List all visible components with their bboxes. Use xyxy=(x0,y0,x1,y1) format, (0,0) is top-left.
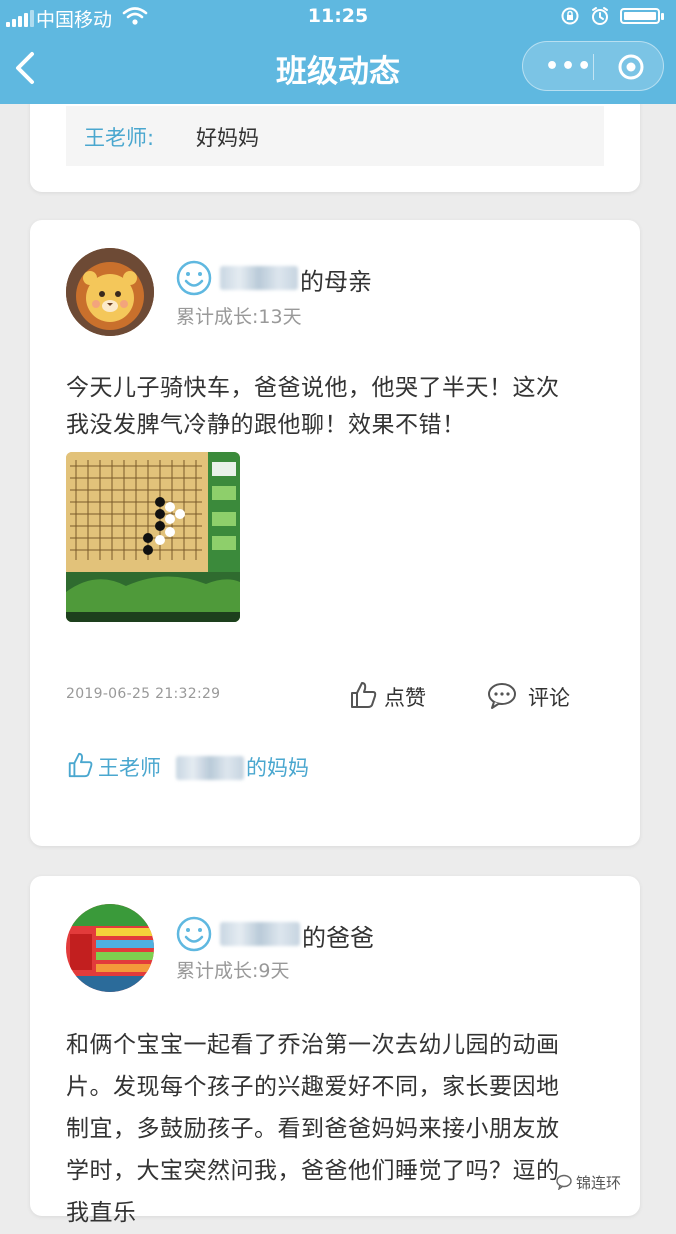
content-line: 今天儿子骑快车，爸爸说他，他哭了半天！这次 xyxy=(66,375,560,401)
smile-face-icon xyxy=(176,916,212,952)
more-icon[interactable]: ••• xyxy=(545,54,593,79)
post-card: 的爸爸 累计成长:9天 和俩个宝宝一起看了乔治第一次去幼儿园的动画 片。发现每个… xyxy=(30,876,640,1226)
growth-days: 累计成长:13天 xyxy=(176,306,302,328)
post-content: 今天儿子骑快车，爸爸说他，他哭了半天！这次 我没发脾气冷静的跟他聊！效果不错！ xyxy=(66,370,606,444)
content-line: 我直乐 xyxy=(66,1200,137,1226)
alarm-icon xyxy=(592,7,608,25)
blurred-child-name xyxy=(220,266,298,290)
content-line: 学时，大宝突然问我，爸爸他们睡觉了吗？逗的 xyxy=(66,1158,560,1184)
miniprogram-capsule: ••• xyxy=(522,41,664,91)
thumbs-up-icon xyxy=(68,752,93,778)
author-name[interactable]: 的爸爸 xyxy=(302,918,374,953)
lion-avatar-icon xyxy=(66,248,154,336)
content-line: 制宜，多鼓励孩子。看到爸爸妈妈来接小朋友放 xyxy=(66,1116,560,1142)
comment-item: 王老师: 好妈妈 xyxy=(66,106,604,166)
blurred-child-name xyxy=(176,756,244,780)
smile-face-icon xyxy=(176,260,212,296)
liked-by-name[interactable]: 王老师 xyxy=(98,752,161,782)
previous-post-card: 王老师: 好妈妈 xyxy=(30,96,640,192)
post-content: 和俩个宝宝一起看了乔治第一次去幼儿园的动画 片。发现每个孩子的兴趣爱好不同，家长… xyxy=(66,1024,606,1234)
content-line: 我没发脾气冷静的跟他聊！效果不错！ xyxy=(66,412,466,438)
status-bar: 中国移动 11:25 xyxy=(0,0,676,34)
watermark-text: 锦连环 xyxy=(576,1174,622,1192)
like-button[interactable]: 点赞 xyxy=(348,680,426,714)
content-line: 片。发现每个孩子的兴趣爱好不同，家长要因地 xyxy=(66,1074,560,1100)
avatar[interactable] xyxy=(66,248,154,336)
capsule-divider xyxy=(593,54,594,80)
content-line: 和俩个宝宝一起看了乔治第一次去幼儿园的动画 xyxy=(66,1032,560,1058)
comment-author[interactable]: 王老师: xyxy=(84,122,154,152)
battery-icon xyxy=(620,8,664,24)
growth-days: 累计成长:9天 xyxy=(176,960,290,982)
post-photo[interactable] xyxy=(66,452,240,622)
post-timestamp: 2019-06-25 21:32:29 xyxy=(66,686,221,702)
liked-by-name[interactable]: 的妈妈 xyxy=(246,752,309,782)
author-name[interactable]: 的母亲 xyxy=(300,262,372,297)
post-card: 的母亲 累计成长:13天 今天儿子骑快车，爸爸说他，他哭了半天！这次 我没发脾气… xyxy=(30,220,640,846)
blurred-child-name xyxy=(220,922,300,946)
speech-bubble-icon xyxy=(488,683,516,709)
close-target-icon[interactable] xyxy=(617,53,645,81)
thumbs-up-icon xyxy=(351,682,377,708)
comment-text: 好妈妈 xyxy=(196,126,259,150)
lock-rotation-icon xyxy=(561,7,579,25)
top-bar: 中国移动 11:25 班级动态 ••• xyxy=(0,0,676,104)
avatar[interactable] xyxy=(66,904,154,992)
wechat-bubble-icon xyxy=(556,1174,572,1190)
go-board-photo xyxy=(66,452,240,622)
comment-button[interactable]: 评论 xyxy=(486,680,570,714)
comment-label: 评论 xyxy=(528,686,570,710)
like-label: 点赞 xyxy=(384,686,426,710)
liked-by-row: 王老师 的妈妈 xyxy=(66,750,606,784)
photo-avatar-icon xyxy=(66,904,154,992)
